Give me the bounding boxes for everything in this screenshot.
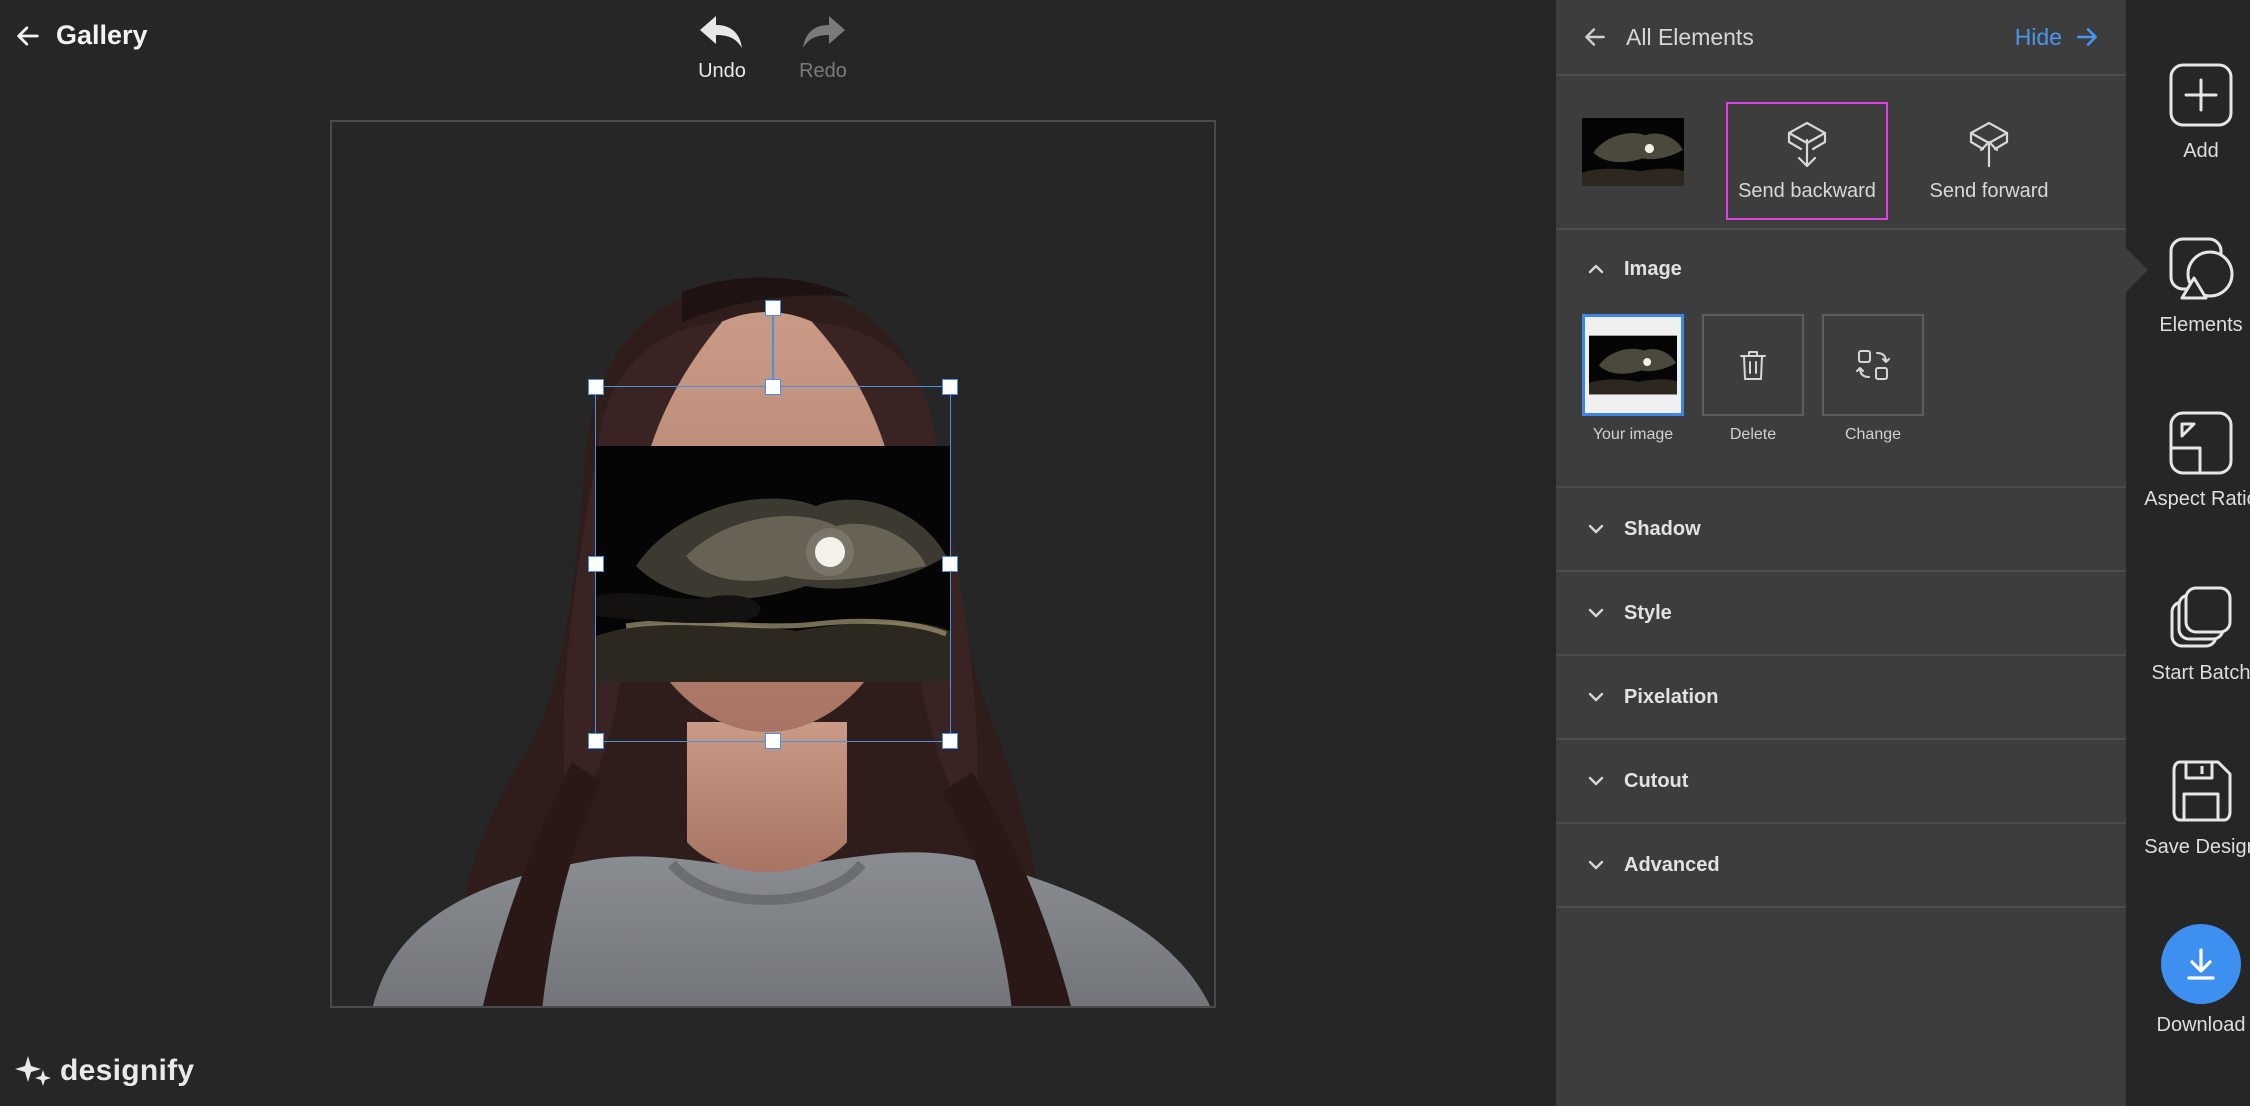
sidebar-start-batch[interactable]: Start Batch — [2126, 582, 2250, 685]
right-sidebar: Add Elements Aspect Ratio Start Batch Sa… — [2126, 0, 2250, 1106]
resize-handle-top-left[interactable] — [588, 379, 604, 395]
image-section-toggle[interactable]: Image — [1556, 230, 2126, 308]
undo-button[interactable]: Undo — [677, 14, 767, 83]
canvas-area: Gallery Undo Redo designify — [0, 0, 1556, 1106]
send-backward-label: Send backward — [1738, 179, 1876, 202]
style-section-title: Style — [1624, 601, 1672, 624]
sidebar-aspect-ratio[interactable]: Aspect Ratio — [2126, 408, 2250, 511]
chevron-down-icon — [1588, 692, 1604, 702]
delete-image-button[interactable]: Delete — [1702, 314, 1804, 444]
change-label: Change — [1844, 426, 1902, 443]
cutout-section-toggle[interactable]: Cutout — [1556, 740, 2126, 822]
image-tools: Your image Delete Change — [1556, 308, 2126, 486]
plus-square-icon — [2169, 63, 2233, 127]
shadow-section: Shadow — [1556, 488, 2126, 572]
all-elements-back-button[interactable]: All Elements — [1582, 24, 1754, 51]
send-forward-label: Send forward — [1929, 179, 2049, 202]
undo-label: Undo — [698, 60, 746, 82]
delete-label: Delete — [1729, 426, 1777, 443]
sidebar-save-design[interactable]: Save Design — [2126, 756, 2250, 859]
resize-handle-right[interactable] — [942, 556, 958, 572]
brand-name: designify — [60, 1054, 195, 1087]
sidebar-elements-label: Elements — [2159, 314, 2243, 336]
resize-handle-bottom[interactable] — [765, 733, 781, 749]
floppy-disk-icon — [2172, 760, 2232, 822]
send-backward-icon — [1787, 121, 1827, 167]
chevron-down-icon — [1588, 524, 1604, 534]
resize-handle-left[interactable] — [588, 556, 604, 572]
rotate-line — [772, 308, 774, 386]
pixelation-section-toggle[interactable]: Pixelation — [1556, 656, 2126, 738]
advanced-section-title: Advanced — [1624, 853, 1720, 876]
arrow-right-icon — [2077, 28, 2097, 46]
shadow-section-toggle[interactable]: Shadow — [1556, 488, 2126, 570]
selection-box — [595, 386, 951, 742]
chevron-down-icon — [1588, 860, 1604, 870]
send-forward-button[interactable]: Send forward — [1908, 102, 2070, 220]
shadow-section-title: Shadow — [1624, 517, 1701, 540]
send-backward-button[interactable]: Send backward — [1726, 102, 1888, 220]
sidebar-aspect-ratio-label: Aspect Ratio — [2144, 488, 2250, 510]
sparkle-icon — [15, 1056, 51, 1086]
resize-handle-top[interactable] — [765, 379, 781, 395]
night-sky-thumbnail — [1582, 118, 1684, 186]
pixelation-section: Pixelation — [1556, 656, 2126, 740]
resize-handle-bottom-left[interactable] — [588, 733, 604, 749]
rotate-handle[interactable] — [765, 300, 781, 316]
delete-box — [1702, 314, 1804, 416]
undo-icon — [700, 16, 742, 48]
sidebar-add-label: Add — [2183, 140, 2219, 162]
shapes-icon — [2169, 237, 2234, 300]
arrow-left-icon — [1585, 28, 1605, 46]
chevron-down-icon — [1588, 608, 1604, 618]
redo-label: Redo — [799, 60, 847, 82]
pixelation-section-title: Pixelation — [1624, 685, 1719, 708]
back-to-gallery-button[interactable]: Gallery — [14, 20, 148, 51]
send-forward-icon — [1969, 121, 2009, 167]
download-icon — [2187, 948, 2215, 980]
designify-logo: designify — [14, 1054, 194, 1088]
active-tab-pointer — [2126, 248, 2148, 292]
image-section: Image Your image Delete Change — [1556, 230, 2126, 488]
trash-icon — [1740, 351, 1766, 380]
advanced-section-toggle[interactable]: Advanced — [1556, 824, 2126, 906]
redo-icon — [803, 16, 845, 48]
sidebar-add[interactable]: Add — [2126, 60, 2250, 163]
chevron-up-icon — [1588, 264, 1604, 274]
sidebar-save-design-label: Save Design — [2144, 836, 2250, 858]
sidebar-download-label: Download — [2156, 1014, 2246, 1036]
properties-panel: All Elements Hide Send backward Send for… — [1556, 0, 2126, 1106]
resize-handle-bottom-right[interactable] — [942, 733, 958, 749]
arrow-left-icon — [17, 25, 39, 46]
image-section-title: Image — [1624, 257, 1682, 280]
style-section: Style — [1556, 572, 2126, 656]
swap-icon — [1856, 350, 1890, 380]
hide-label: Hide — [2014, 23, 2062, 50]
layer-order-row: Send backward Send forward — [1556, 76, 2126, 230]
your-image-label: Your image — [1592, 426, 1674, 443]
change-image-button[interactable]: Change — [1822, 314, 1924, 444]
your-image-thumbnail — [1582, 314, 1684, 416]
chevron-down-icon — [1588, 776, 1604, 786]
download-button[interactable] — [2161, 924, 2241, 1004]
gallery-label: Gallery — [56, 20, 148, 50]
stack-icon — [2170, 586, 2232, 648]
your-image-button[interactable]: Your image — [1582, 314, 1684, 444]
night-sky-thumbnail — [1589, 335, 1677, 395]
resize-handle-top-right[interactable] — [942, 379, 958, 395]
change-box — [1822, 314, 1924, 416]
sidebar-start-batch-label: Start Batch — [2151, 662, 2250, 684]
layer-thumbnail[interactable] — [1582, 118, 1684, 186]
panel-header: All Elements Hide — [1556, 0, 2126, 76]
style-section-toggle[interactable]: Style — [1556, 572, 2126, 654]
cutout-section: Cutout — [1556, 740, 2126, 824]
panel-title: All Elements — [1626, 23, 1754, 50]
aspect-ratio-icon — [2169, 411, 2233, 475]
sidebar-download[interactable]: Download — [2126, 924, 2250, 1037]
advanced-section: Advanced — [1556, 824, 2126, 908]
cutout-section-title: Cutout — [1624, 769, 1689, 792]
hide-panel-button[interactable]: Hide — [2015, 24, 2100, 51]
redo-button[interactable]: Redo — [778, 14, 868, 83]
